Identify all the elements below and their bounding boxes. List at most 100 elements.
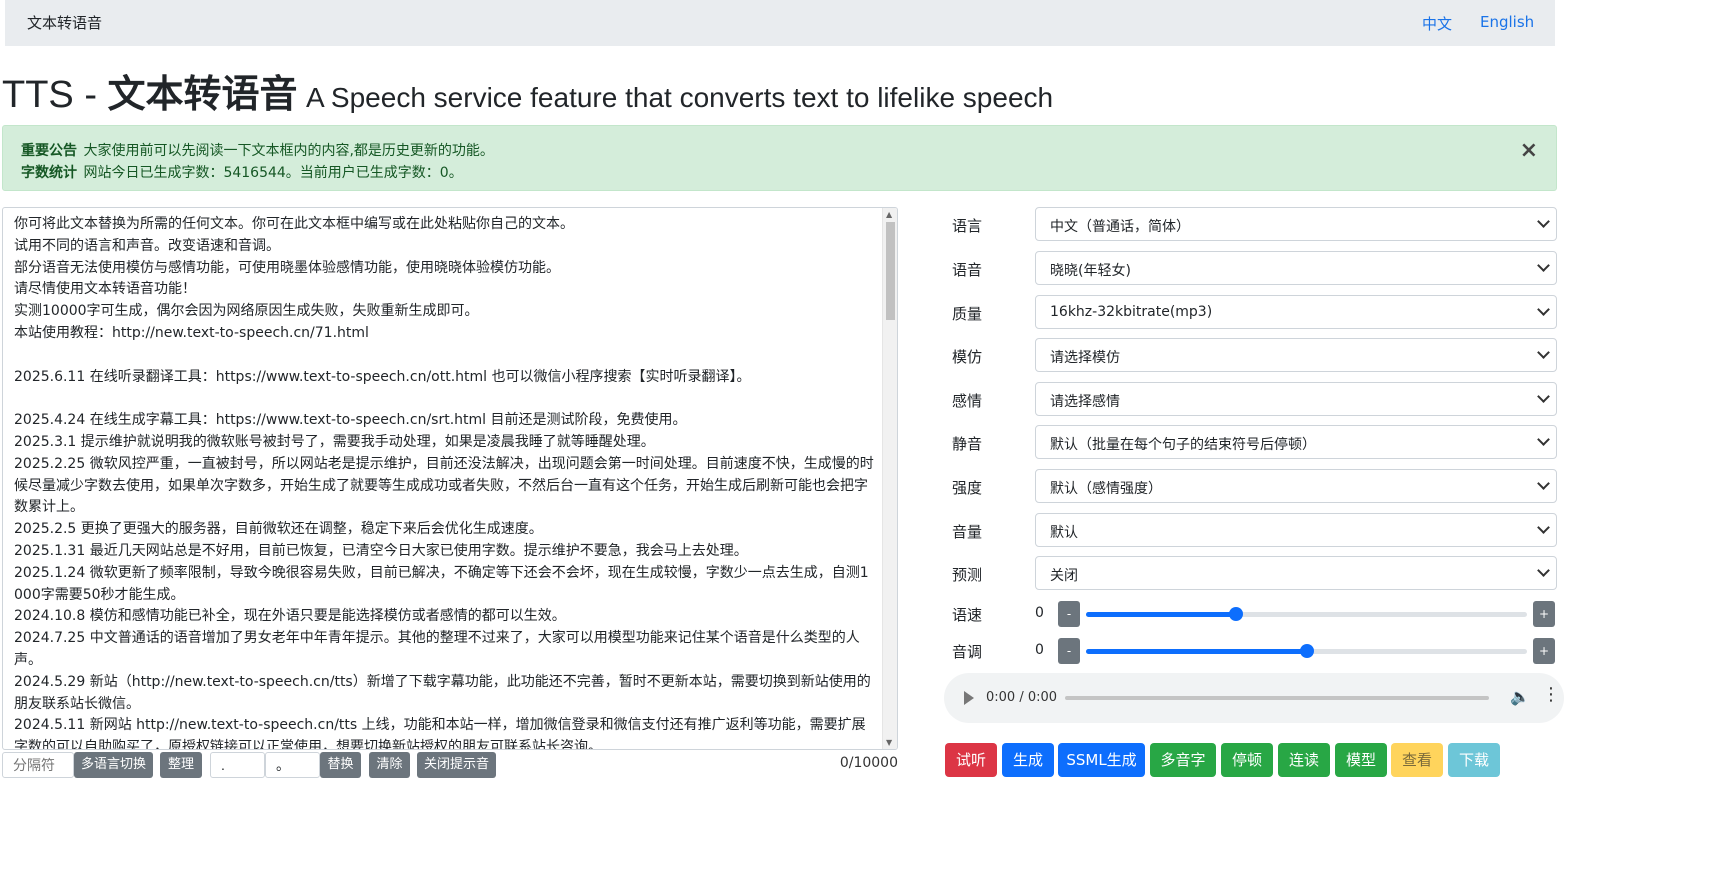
imitate-label: 模仿 xyxy=(952,348,983,366)
silence-row: 静音 默认（批量在每个句子的结束符号后停顿） xyxy=(952,425,1557,459)
rate-increase-button[interactable]: + xyxy=(1533,601,1555,627)
text-content[interactable]: 你可将此文本替换为所需的任何文本。你可在此文本框中编写或在此处粘贴你自己的文本。… xyxy=(14,214,876,749)
clear-button[interactable]: 清除 xyxy=(369,752,410,778)
ssml-generate-button[interactable]: SSML生成 xyxy=(1058,743,1145,777)
voice-value: 晓晓(年轻女) xyxy=(1050,263,1131,279)
volume-row: 音量 默认 xyxy=(952,513,1557,547)
navbar-brand[interactable]: 文本转语音 xyxy=(27,12,102,33)
play-icon[interactable] xyxy=(964,691,974,705)
download-button[interactable]: 下载 xyxy=(1448,743,1500,777)
audio-time: 0:00 / 0:00 xyxy=(986,690,1058,705)
pitch-value: 0 xyxy=(1035,642,1044,658)
emotion-row: 感情 请选择感情 xyxy=(952,382,1557,416)
chevron-down-icon xyxy=(1537,303,1550,316)
volume-icon[interactable]: 🔈 xyxy=(1510,687,1530,706)
imitate-value: 请选择模仿 xyxy=(1050,350,1120,366)
lang-chinese-link[interactable]: 中文 xyxy=(1422,13,1452,34)
generate-button[interactable]: 生成 xyxy=(1002,743,1054,777)
rate-slider[interactable] xyxy=(1086,607,1527,621)
polyphone-button[interactable]: 多音字 xyxy=(1150,743,1216,777)
scroll-up-icon[interactable]: ▲ xyxy=(886,210,892,219)
rate-slider-thumb[interactable] xyxy=(1228,607,1243,621)
textarea-scrollbar[interactable]: ▲ ▼ xyxy=(882,208,897,749)
chevron-down-icon xyxy=(1537,259,1550,272)
announcement-alert: 重要公告 大家使用前可以先阅读一下文本框内的内容,都是历史更新的功能。 字数统计… xyxy=(2,125,1557,191)
rate-label: 语速 xyxy=(952,606,983,624)
close-tip-sound-button[interactable]: 关闭提示音 xyxy=(417,752,496,778)
text-toolbar: 多语言切换 整理 替换 清除 关闭提示音 0/10000 xyxy=(2,752,898,778)
language-row: 语言 中文（普通话，简体） xyxy=(952,207,1557,241)
pitch-slider-thumb[interactable] xyxy=(1299,644,1314,658)
close-icon[interactable]: × xyxy=(1520,140,1538,162)
notice-line: 重要公告 大家使用前可以先阅读一下文本框内的内容,都是历史更新的功能。 xyxy=(21,140,494,160)
audio-player: 0:00 / 0:00 🔈 ⋮ xyxy=(944,673,1564,723)
char-counter: 0/10000 xyxy=(839,755,898,771)
voice-row: 语音 晓晓(年轻女) xyxy=(952,251,1557,285)
chevron-down-icon xyxy=(1537,564,1550,577)
text-input-area[interactable]: 你可将此文本替换为所需的任何文本。你可在此文本框中编写或在此处粘贴你自己的文本。… xyxy=(2,207,898,750)
preview-label: 预测 xyxy=(952,566,983,584)
emotion-select[interactable]: 请选择感情 xyxy=(1035,382,1557,416)
more-options-icon[interactable]: ⋮ xyxy=(1542,685,1560,705)
quality-label: 质量 xyxy=(952,305,983,323)
notice-label: 重要公告 xyxy=(21,143,77,159)
imitate-select[interactable]: 请选择模仿 xyxy=(1035,338,1557,372)
view-button[interactable]: 查看 xyxy=(1391,743,1443,777)
intensity-value: 默认（感情强度） xyxy=(1050,481,1162,497)
silence-select[interactable]: 默认（批量在每个句子的结束符号后停顿） xyxy=(1035,425,1557,459)
title-subtitle: A Speech service feature that converts t… xyxy=(306,82,1054,113)
preview-select[interactable]: 关闭 xyxy=(1035,556,1557,590)
chevron-down-icon xyxy=(1537,477,1550,490)
pitch-label: 音调 xyxy=(952,643,983,661)
rate-value: 0 xyxy=(1035,605,1044,621)
voice-select[interactable]: 晓晓(年轻女) xyxy=(1035,251,1557,285)
audio-progress-bar[interactable] xyxy=(1065,696,1489,700)
volume-select[interactable]: 默认 xyxy=(1035,513,1557,547)
chevron-down-icon xyxy=(1537,390,1550,403)
scroll-down-icon[interactable]: ▼ xyxy=(886,738,892,747)
intensity-label: 强度 xyxy=(952,479,983,497)
stats-label: 字数统计 xyxy=(21,165,77,181)
silence-value: 默认（批量在每个句子的结束符号后停顿） xyxy=(1050,437,1316,453)
pause-button[interactable]: 停顿 xyxy=(1221,743,1273,777)
pitch-slider[interactable] xyxy=(1086,644,1527,658)
model-button[interactable]: 模型 xyxy=(1335,743,1387,777)
chevron-down-icon xyxy=(1537,521,1550,534)
voice-label: 语音 xyxy=(952,261,983,279)
pitch-decrease-button[interactable]: - xyxy=(1058,638,1080,664)
replace-input[interactable] xyxy=(265,752,320,778)
language-value: 中文（普通话，简体） xyxy=(1050,219,1190,235)
chevron-down-icon xyxy=(1537,433,1550,446)
language-select[interactable]: 中文（普通话，简体） xyxy=(1035,207,1557,241)
scroll-thumb[interactable] xyxy=(886,222,895,320)
quality-row: 质量 16khz-32kbitrate(mp3) xyxy=(952,295,1557,329)
volume-value: 默认 xyxy=(1050,525,1078,541)
listen-button[interactable]: 试听 xyxy=(945,743,997,777)
separator-input[interactable] xyxy=(2,752,74,778)
preview-value: 关闭 xyxy=(1050,568,1078,584)
imitate-row: 模仿 请选择模仿 xyxy=(952,338,1557,372)
quality-value: 16khz-32kbitrate(mp3) xyxy=(1050,304,1213,320)
multilang-switch-button[interactable]: 多语言切换 xyxy=(74,752,153,778)
top-navbar: 文本转语音 中文 English xyxy=(5,0,1555,46)
tidy-button[interactable]: 整理 xyxy=(160,752,202,778)
intensity-select[interactable]: 默认（感情强度） xyxy=(1035,469,1557,503)
title-bold: 文本转语音 xyxy=(107,72,298,116)
language-label: 语言 xyxy=(952,217,983,235)
pitch-slider-fill xyxy=(1086,649,1307,654)
emotion-value: 请选择感情 xyxy=(1050,394,1120,410)
rate-slider-fill xyxy=(1086,612,1236,617)
intensity-row: 强度 默认（感情强度） xyxy=(952,469,1557,503)
rate-slider-row: 语速 0 - + xyxy=(952,601,1557,627)
replace-button[interactable]: 替换 xyxy=(320,752,361,778)
liaison-button[interactable]: 连读 xyxy=(1278,743,1330,777)
chevron-down-icon xyxy=(1537,215,1550,228)
volume-label: 音量 xyxy=(952,523,983,541)
quality-select[interactable]: 16khz-32kbitrate(mp3) xyxy=(1035,295,1557,329)
find-input[interactable] xyxy=(210,752,265,778)
stats-line: 字数统计 网站今日已生成字数：5416544。当前用户已生成字数：0。 xyxy=(21,162,463,182)
page-title: TTS - 文本转语音 A Speech service feature tha… xyxy=(2,63,1053,118)
pitch-increase-button[interactable]: + xyxy=(1533,638,1555,664)
lang-english-link[interactable]: English xyxy=(1480,13,1534,31)
rate-decrease-button[interactable]: - xyxy=(1058,601,1080,627)
